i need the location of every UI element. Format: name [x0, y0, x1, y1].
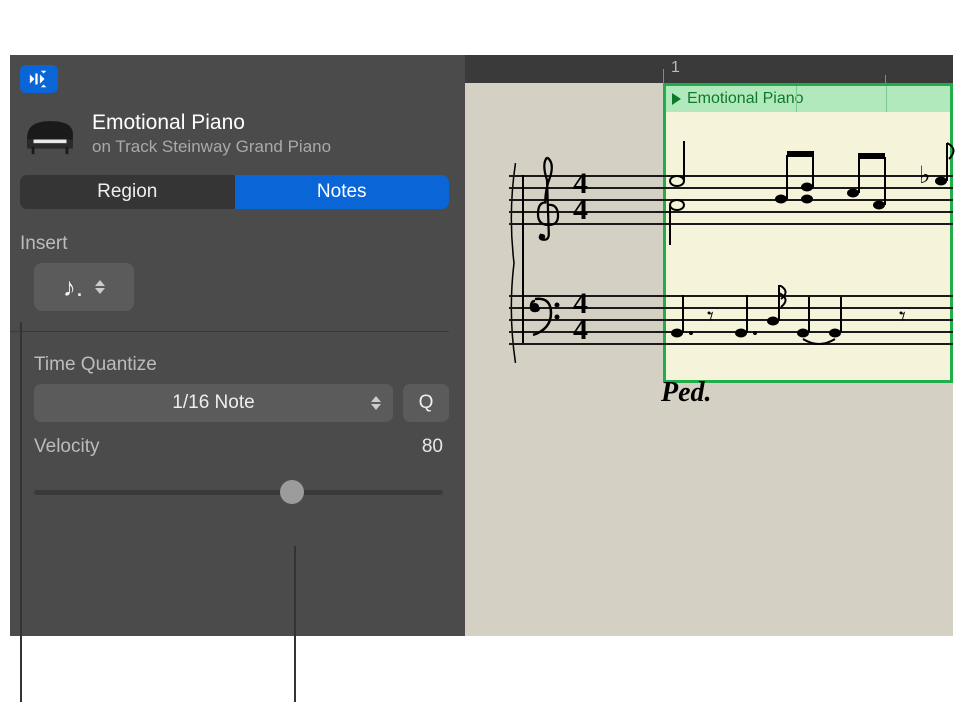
tab-notes[interactable]: Notes [235, 175, 450, 209]
bar-number: 1 [671, 59, 680, 77]
quantize-button[interactable]: Q [403, 384, 449, 422]
inspector-panel: Emotional Piano on Track Steinway Grand … [10, 55, 465, 636]
slider-track [34, 490, 443, 495]
treble-clef-icon [527, 153, 567, 243]
ruler-tick [663, 69, 664, 83]
velocity-value: 80 [422, 436, 443, 458]
bass-notes[interactable]: 𝄾 𝄾 [663, 285, 963, 365]
svg-text:♭: ♭ [919, 163, 930, 189]
inspector-tabs: Region Notes [20, 175, 449, 209]
region-name: Emotional Piano [92, 111, 331, 135]
svg-text:𝄾: 𝄾 [899, 302, 906, 331]
bass-time-signature: 44 [573, 291, 588, 343]
svg-text:𝄾: 𝄾 [707, 302, 714, 331]
region-tick [886, 86, 887, 112]
editor-window: Emotional Piano on Track Steinway Grand … [10, 55, 953, 636]
insert-label: Insert [20, 233, 449, 255]
catch-icon [28, 70, 50, 88]
bar-ruler[interactable]: 1 [465, 55, 953, 83]
eighth-note-icon: ♪. [63, 272, 83, 303]
velocity-slider[interactable] [34, 478, 443, 508]
track-name: on Track Steinway Grand Piano [92, 137, 331, 157]
stepper-icon [371, 396, 381, 410]
quantize-value-select[interactable]: 1/16 Note [34, 384, 393, 422]
pedal-mark: Ped. [661, 377, 712, 409]
staff-brace-icon [507, 163, 519, 363]
velocity-label: Velocity [34, 436, 99, 458]
treble-time-signature: 44 [573, 171, 588, 223]
grand-piano-icon [22, 112, 78, 156]
tab-region[interactable]: Region [20, 175, 235, 209]
divider [10, 331, 449, 332]
ruler-tick [885, 75, 886, 83]
slider-thumb[interactable] [280, 480, 304, 504]
region-name-badge: Emotional Piano [687, 90, 804, 108]
callout-line [20, 322, 22, 702]
stepper-icon [95, 280, 105, 294]
catch-playhead-button[interactable] [20, 65, 58, 93]
score-area[interactable]: 1 Emotional Piano [465, 55, 953, 636]
quantize-value: 1/16 Note [172, 392, 254, 414]
bass-clef-icon [527, 293, 563, 337]
play-icon [672, 93, 681, 105]
region-header[interactable]: Emotional Piano [666, 86, 950, 112]
quantize-label: Time Quantize [34, 354, 449, 376]
callout-line [294, 546, 296, 702]
region-header-row: Emotional Piano on Track Steinway Grand … [10, 111, 449, 157]
system-barline [522, 175, 524, 343]
region-tick [796, 86, 797, 112]
treble-notes[interactable]: ♭ [663, 141, 963, 251]
insert-note-value-select[interactable]: ♪. [34, 263, 134, 311]
